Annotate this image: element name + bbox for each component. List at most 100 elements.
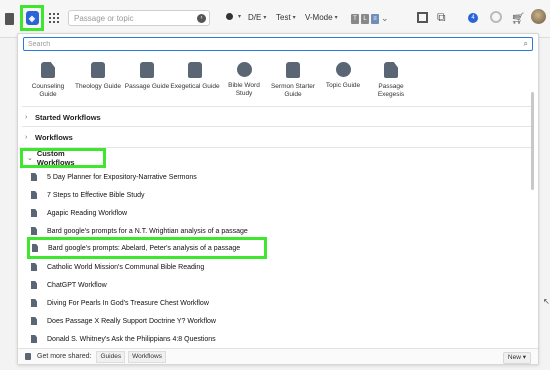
- cursor-icon: ↖: [543, 297, 550, 306]
- exegetical-guide-icon: [188, 62, 202, 78]
- mode-label: V-Mode: [305, 13, 333, 22]
- chevron-down-icon: ▾: [292, 15, 296, 21]
- section-custom-workflows[interactable]: ⌄ Custom Workflows: [20, 148, 106, 168]
- reference-filter-label: D/E: [248, 13, 262, 22]
- section-title: Workflows: [35, 132, 73, 142]
- go-arrow-icon[interactable]: ›: [197, 14, 206, 23]
- workflow-label: Catholic World Mission's Communal Bible …: [47, 263, 205, 271]
- workflow-label: Donald S. Whitney's Ask the Philippians …: [47, 335, 216, 343]
- workflow-item[interactable]: Catholic World Mission's Communal Bible …: [31, 259, 204, 275]
- notification-badge[interactable]: 4: [468, 13, 478, 23]
- search-icon[interactable]: ⌕: [524, 39, 528, 49]
- workflow-label: Bard google's prompts: Abelard, Peter's …: [48, 244, 241, 252]
- add-panel-icon[interactable]: ⧉: [437, 10, 446, 25]
- text-filter[interactable]: Test ▾: [276, 13, 296, 22]
- guides-button[interactable]: ◈: [20, 5, 44, 31]
- chevron-down-icon: ⌄: [27, 155, 33, 162]
- chevron-down-icon: ▾: [238, 14, 242, 20]
- counseling-guide-icon: [41, 62, 55, 78]
- workflows-link[interactable]: Workflows: [128, 350, 166, 363]
- chevron-right-icon: ›: [25, 133, 28, 141]
- cart-icon[interactable]: 🛒︎: [511, 12, 525, 25]
- apps-grid-icon[interactable]: [49, 13, 59, 23]
- workflow-icon: [31, 173, 37, 181]
- workflow-icon: [32, 244, 38, 252]
- workflow-item[interactable]: 7 Steps to Effective Bible Study: [31, 187, 145, 203]
- guide-counseling[interactable]: Counseling Guide: [23, 58, 73, 99]
- divider: [22, 126, 534, 127]
- guide-exegetical[interactable]: Exegetical Guide: [170, 58, 220, 91]
- avatar[interactable]: [531, 9, 546, 24]
- workflow-icon: [31, 227, 37, 235]
- section-workflows[interactable]: › Workflows: [21, 128, 73, 146]
- reference-filter[interactable]: D/E ▾: [248, 13, 266, 22]
- guide-passage[interactable]: Passage Guide: [122, 58, 172, 91]
- new-button-label: New: [507, 354, 521, 361]
- passage-input[interactable]: Passage or topic ›: [68, 10, 210, 26]
- workflow-label: 7 Steps to Effective Bible Study: [47, 191, 145, 199]
- document-icon[interactable]: [5, 13, 14, 25]
- panel-buttons: T L ≡ ⌄: [351, 13, 389, 24]
- text-filter-label: Test: [276, 13, 291, 22]
- guide-bible-word-study[interactable]: Bible Word Study: [219, 58, 269, 98]
- workflow-item[interactable]: ChatGPT Workflow: [31, 277, 107, 293]
- layout-icon[interactable]: [417, 12, 428, 23]
- workflow-item[interactable]: Agapic Reading Workflow: [31, 205, 127, 221]
- panel-button-t[interactable]: T: [351, 13, 359, 24]
- guides-panel: ⌕ Counseling Guide Theology Guide Passag…: [17, 33, 539, 365]
- guide-label: Sermon Starter Guide: [270, 83, 316, 98]
- search-input[interactable]: [23, 37, 533, 51]
- new-button[interactable]: New ▾: [502, 352, 531, 364]
- workflow-icon: [31, 263, 37, 271]
- workflow-label: Agapic Reading Workflow: [47, 209, 128, 217]
- guide-label: Topic Guide: [325, 82, 361, 89]
- sermon-starter-guide-icon: [286, 62, 300, 78]
- guide-passage-exegesis[interactable]: Passage Exegesis: [366, 58, 416, 99]
- guide-label: Passage Guide: [124, 83, 170, 90]
- chevron-down-icon: ▾: [334, 15, 338, 21]
- workflow-item[interactable]: 5 Day Planner for Expository-Narrative S…: [31, 169, 197, 185]
- section-started-workflows[interactable]: › Started Workflows: [21, 108, 101, 126]
- bible-selector[interactable]: ▾: [226, 13, 241, 20]
- bible-word-study-icon: [236, 62, 252, 77]
- divider: [22, 106, 534, 107]
- workflow-icon: [31, 209, 37, 217]
- panel-button-list[interactable]: ≡: [371, 13, 379, 24]
- workflow-item-highlighted[interactable]: Bard google's prompts: Abelard, Peter's …: [27, 237, 267, 259]
- workflow-label: Does Passage X Really Support Doctrine Y…: [47, 317, 216, 325]
- workflow-icon: [31, 191, 37, 199]
- guide-label: Exegetical Guide: [170, 83, 220, 90]
- guide-topic[interactable]: Topic Guide: [318, 58, 368, 90]
- guide-sermon-starter[interactable]: Sermon Starter Guide: [268, 58, 318, 99]
- guide-label: Counseling Guide: [31, 83, 65, 98]
- workflow-icon: [31, 335, 37, 343]
- workflow-label: Diving For Pearls In God's Treasure Ches…: [47, 299, 209, 307]
- double-chevron-down-icon[interactable]: ⌄: [381, 13, 389, 24]
- section-title: Custom Workflows: [36, 149, 75, 167]
- panel-footer: Get more shared: Guides Workflows New ▾: [18, 348, 538, 364]
- workflow-label: Bard google's prompts for a N.T. Wrighti…: [47, 227, 248, 235]
- workflow-item[interactable]: Donald S. Whitney's Ask the Philippians …: [31, 331, 216, 347]
- chevron-down-icon: ▾: [522, 354, 526, 361]
- workflow-item[interactable]: Does Passage X Really Support Doctrine Y…: [31, 313, 216, 329]
- workflow-label: ChatGPT Workflow: [47, 281, 107, 289]
- workflow-icon: [31, 281, 37, 289]
- scrollbar[interactable]: [531, 92, 534, 190]
- sync-icon[interactable]: [490, 11, 502, 23]
- section-title: Started Workflows: [35, 112, 101, 122]
- workflow-item[interactable]: Diving For Pearls In God's Treasure Ches…: [31, 295, 209, 311]
- guide-theology[interactable]: Theology Guide: [73, 58, 123, 91]
- passage-exegesis-icon: [384, 62, 398, 78]
- panel-button-l[interactable]: L: [361, 13, 369, 24]
- theology-guide-icon: [91, 62, 105, 78]
- passage-guide-icon: [140, 62, 154, 78]
- footer-label: Get more shared:: [37, 353, 92, 360]
- workflow-icon: [31, 317, 37, 325]
- share-icon: [25, 353, 31, 360]
- mode-selector[interactable]: V-Mode ▾: [305, 13, 338, 22]
- chevron-right-icon: ›: [25, 113, 28, 121]
- guides-link[interactable]: Guides: [96, 350, 126, 363]
- workflow-label: 5 Day Planner for Expository-Narrative S…: [47, 173, 197, 181]
- guide-label: Bible Word Study: [228, 82, 260, 97]
- guide-label: Passage Exegesis: [377, 83, 405, 98]
